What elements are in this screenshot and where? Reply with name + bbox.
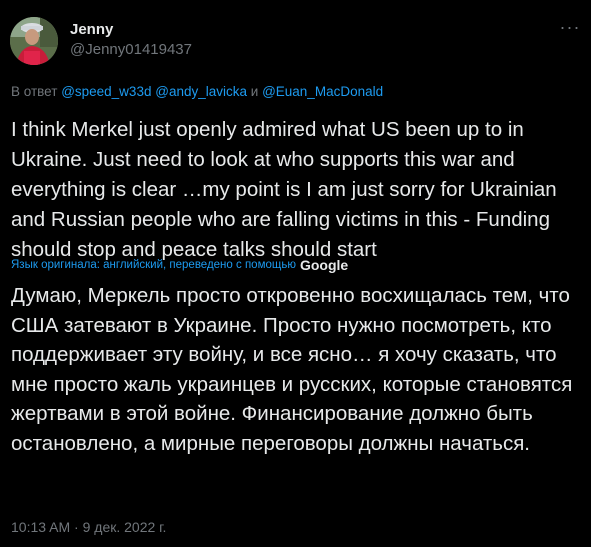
mention-link-andy-lavicka[interactable]: @andy_lavicka [155, 84, 247, 99]
more-options-button[interactable]: ··· [559, 16, 581, 38]
author-display-name[interactable]: Jenny [70, 21, 113, 38]
mention-link-euan-macdonald[interactable]: @Euan_MacDonald [262, 84, 383, 99]
reply-conjunction: и [250, 84, 259, 99]
author-handle[interactable]: @Jenny01419437 [70, 41, 192, 58]
more-horizontal-icon: ··· [559, 16, 581, 37]
translation-note-text: Язык оригинала: английский, переведено с… [11, 259, 296, 271]
tweet-original-text: I think Merkel just openly admired what … [11, 118, 557, 261]
author-avatar[interactable] [10, 17, 58, 65]
reply-context: В ответ @speed_w33d @andy_lavicka и @Eua… [11, 84, 383, 99]
tweet-timestamp[interactable]: 10:13 AM · 9 дек. 2022 г. [11, 519, 166, 535]
google-logo: Google [299, 257, 349, 273]
translation-attribution[interactable]: Язык оригинала: английский, переведено с… [11, 257, 348, 273]
reply-prefix: В ответ [11, 84, 58, 99]
mention-link-speed-w33d[interactable]: @speed_w33d [61, 84, 151, 99]
tweet-translated-text: Думаю, Меркель просто откровенно восхища… [11, 284, 573, 455]
